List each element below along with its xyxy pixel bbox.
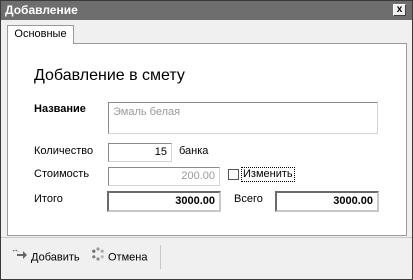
footer-separator <box>160 245 161 269</box>
cost-input[interactable]: 200.00 <box>108 167 220 186</box>
quantity-unit: банка <box>179 145 209 157</box>
tab-main[interactable]: Основные <box>7 25 74 44</box>
cost-label: Стоимость <box>34 168 90 180</box>
change-label[interactable]: Изменить <box>241 167 295 182</box>
subtotal-field: 3000.00 <box>107 191 221 212</box>
cost-value: 200.00 <box>181 170 215 182</box>
cancel-icon <box>91 247 105 268</box>
add-button[interactable]: Добавить <box>12 247 80 267</box>
add-arrow-icon <box>12 247 28 268</box>
quantity-input[interactable]: 15 <box>108 143 172 162</box>
name-label: Название <box>34 103 86 115</box>
close-icon: x <box>396 4 403 15</box>
window-title: Добавление <box>5 3 78 17</box>
total-label: Всего <box>234 193 263 205</box>
name-field[interactable]: Эмаль белая <box>108 102 378 134</box>
cancel-button[interactable]: Отмена <box>91 247 147 267</box>
footer-divider <box>1 237 412 238</box>
change-checkbox[interactable] <box>228 169 239 180</box>
subtotal-label: Итого <box>34 193 63 205</box>
quantity-label: Количество <box>34 145 94 157</box>
close-button[interactable]: x <box>393 4 406 16</box>
title-bar: Добавление x <box>1 1 412 20</box>
total-field: 3000.00 <box>275 191 379 212</box>
cancel-button-label: Отмена <box>108 251 148 264</box>
dialog-window: Добавление x Основные Добавление в смету… <box>0 0 413 280</box>
add-button-label: Добавить <box>31 251 80 264</box>
quantity-value: 15 <box>154 146 167 158</box>
subtotal-value: 3000.00 <box>175 195 215 207</box>
form-heading: Добавление в смету <box>34 67 185 84</box>
name-value: Эмаль белая <box>113 106 181 118</box>
tab-main-label: Основные <box>14 28 67 40</box>
total-value: 3000.00 <box>333 195 373 207</box>
